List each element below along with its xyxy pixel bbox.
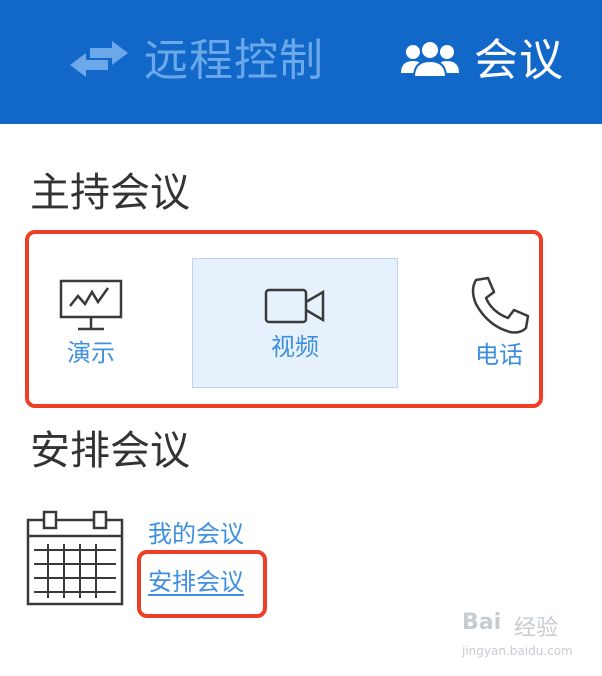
video-option-label: 视频: [271, 333, 319, 361]
tab-meeting[interactable]: 会议: [400, 30, 564, 92]
calendar-icon: [26, 510, 124, 610]
group-users-icon: [400, 39, 460, 83]
transfer-arrows-icon: [68, 39, 130, 83]
tab-remote-control[interactable]: 远程控制: [68, 30, 324, 92]
video-camera-icon: [263, 284, 327, 332]
schedule-meeting-title: 安排会议: [30, 428, 190, 474]
tab-remote-control-label: 远程控制: [144, 35, 324, 86]
phone-option-label: 电话: [475, 341, 523, 369]
host-meeting-title: 主持会议: [30, 170, 190, 216]
phone-icon: [468, 276, 530, 340]
present-option-label: 演示: [67, 339, 115, 367]
baidu-jingyan-watermark: Bai 经验 jingyan.baidu.com: [462, 610, 582, 666]
top-navigation-bar: 远程控制 会议: [0, 0, 602, 124]
tab-meeting-label: 会议: [474, 35, 564, 86]
watermark-jingyan: 经验: [514, 616, 559, 641]
video-option[interactable]: 视频: [192, 284, 398, 362]
watermark-brand: Bai: [462, 610, 502, 635]
watermark-url: jingyan.baidu.com: [462, 644, 573, 658]
monitor-chart-icon: [58, 278, 124, 338]
present-option[interactable]: 演示: [58, 278, 124, 368]
schedule-meeting-link[interactable]: 安排会议: [148, 566, 244, 598]
my-meetings-link[interactable]: 我的会议: [148, 518, 244, 550]
phone-option[interactable]: 电话: [466, 276, 532, 370]
